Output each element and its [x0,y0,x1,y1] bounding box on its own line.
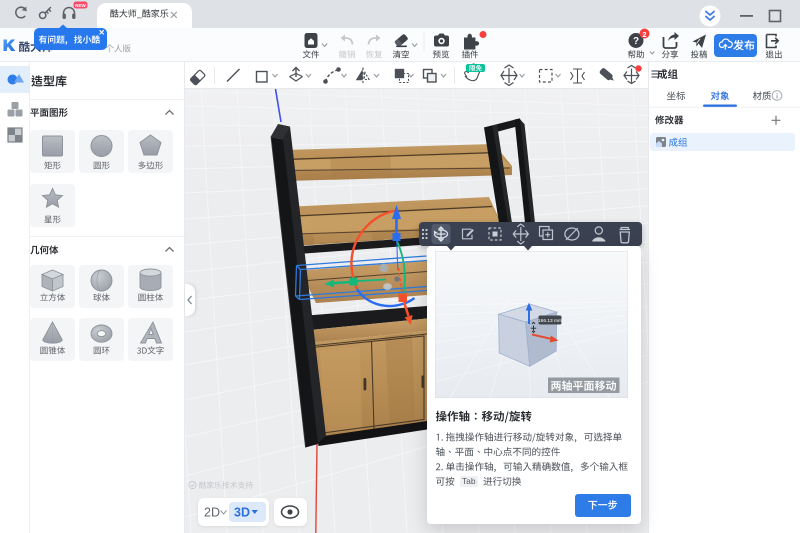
svg-text:NEW: NEW [75,3,86,8]
svg-text:3D: 3D [234,505,250,519]
svg-text:166.13 mm: 166.13 mm [538,318,562,324]
svg-text:?: ? [633,36,639,47]
svg-text:2D: 2D [204,505,220,519]
svg-text:2: 2 [642,30,646,39]
